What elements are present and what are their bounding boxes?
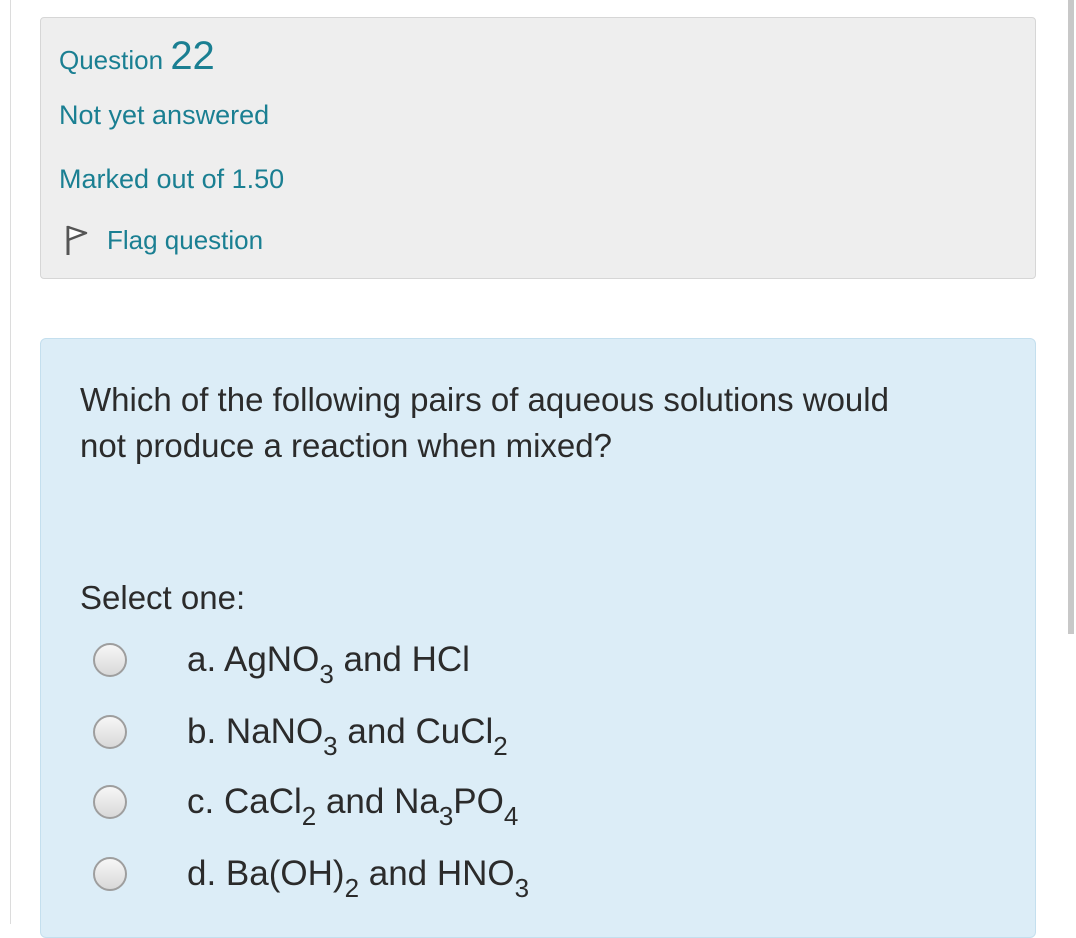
answer-subscript: 3 <box>514 873 530 903</box>
answer-letter: a. <box>187 640 217 679</box>
answer-option-b[interactable]: b. NaNO3 and CuCl2 <box>93 707 508 759</box>
scrollbar[interactable] <box>1068 0 1074 634</box>
answer-text-part: NaNO <box>216 712 324 751</box>
answer-label-d[interactable]: d. Ba(OH)2 and HNO3 <box>187 854 529 901</box>
question-label: Question <box>59 45 164 75</box>
answer-subscript: 3 <box>438 801 454 831</box>
answer-option-a[interactable]: a. AgNO3 and HCl <box>93 635 470 687</box>
answer-text-part: and CuCl <box>337 712 494 751</box>
answer-text-part: PO <box>453 782 504 821</box>
question-content-panel: Which of the following pairs of aqueous … <box>40 338 1036 938</box>
answer-option-d[interactable]: d. Ba(OH)2 and HNO3 <box>93 849 529 901</box>
select-one-prompt: Select one: <box>80 579 246 616</box>
flag-question-label: Flag question <box>107 224 264 255</box>
answer-letter: c. <box>187 782 215 821</box>
answer-text-part: AgNO <box>216 640 320 679</box>
flag-icon <box>66 225 88 255</box>
radio-button[interactable] <box>93 715 127 749</box>
question-grade: Marked out of 1.50 <box>59 164 285 194</box>
answer-subscript: 2 <box>344 873 360 903</box>
answer-subscript: 3 <box>319 659 334 689</box>
answer-subscript: 3 <box>323 731 338 761</box>
flag-question-link[interactable]: Flag question <box>61 224 263 256</box>
answer-subscript: 2 <box>493 731 508 761</box>
page-left-border <box>10 0 11 924</box>
answer-text-part: and Na <box>316 782 439 821</box>
answer-subscript: 4 <box>503 801 519 831</box>
radio-button[interactable] <box>93 643 127 677</box>
question-state: Not yet answered <box>59 100 270 130</box>
answer-letter: d. <box>187 854 217 893</box>
answer-text-part: and HCl <box>333 640 470 679</box>
answer-option-c[interactable]: c. CaCl2 and Na3PO4 <box>93 777 518 829</box>
question-number: 22 <box>170 34 215 78</box>
answer-letter: b. <box>187 712 217 751</box>
answer-text-part: Ba(OH) <box>216 854 345 893</box>
answer-text-part: and HNO <box>359 854 515 893</box>
answer-label-a[interactable]: a. AgNO3 and HCl <box>187 640 470 687</box>
answer-text-part: CaCl <box>214 782 302 821</box>
question-text: Which of the following pairs of aqueous … <box>80 381 889 464</box>
answer-label-c[interactable]: c. CaCl2 and Na3PO4 <box>187 782 518 829</box>
answer-subscript: 2 <box>301 801 317 831</box>
radio-button[interactable] <box>93 857 127 891</box>
question-info-panel: Question 22 Not yet answered Marked out … <box>40 17 1036 279</box>
radio-button[interactable] <box>93 785 127 819</box>
answer-label-b[interactable]: b. NaNO3 and CuCl2 <box>187 712 508 759</box>
question-number-heading: Question 22 <box>59 34 215 79</box>
